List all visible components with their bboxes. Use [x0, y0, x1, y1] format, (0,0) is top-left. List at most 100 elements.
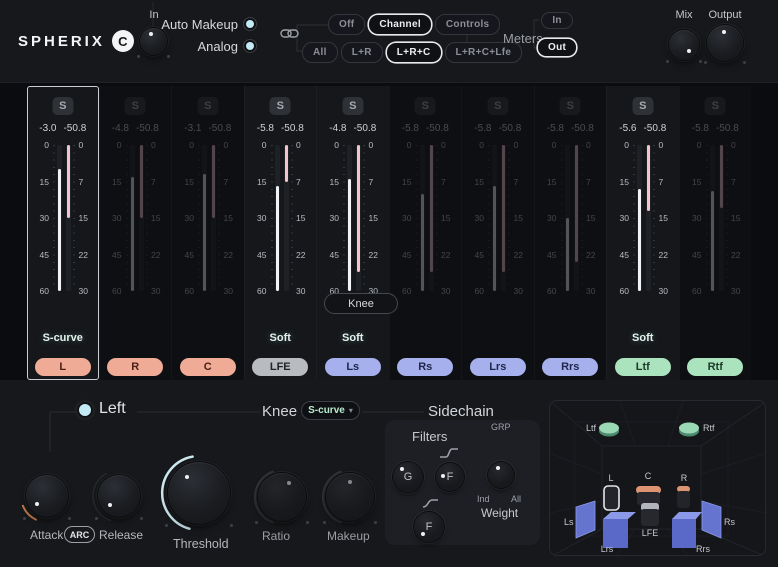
link-group-l-r[interactable]: L+R	[341, 42, 383, 63]
sidechain-f-knob[interactable]: F	[436, 463, 464, 491]
label-rs: Rs	[724, 517, 735, 527]
input-level-bar	[348, 179, 351, 291]
meter-readout: -5.8 -50.8	[462, 123, 534, 134]
peak-value: -3.1	[184, 123, 201, 134]
f-knob-letter: F	[447, 471, 454, 483]
arc-button[interactable]: ARC	[64, 526, 95, 543]
meters-out[interactable]: Out	[537, 38, 577, 57]
input-level-bar	[58, 169, 61, 291]
channel-button-rtf[interactable]: Rtf	[687, 358, 743, 376]
link-group-l-r-c[interactable]: L+R+C	[386, 42, 442, 63]
channel-button-rs[interactable]: Rs	[397, 358, 453, 376]
link-mode-channel[interactable]: Channel	[368, 14, 432, 35]
label-rrs: Rrs	[696, 544, 710, 554]
channel-button-c[interactable]: C	[180, 358, 236, 376]
solo-button[interactable]: S	[270, 97, 291, 115]
channel-strip-lfe[interactable]: S-5.8-50.801530456007152230SoftLFE	[244, 86, 317, 380]
input-meter-track	[637, 145, 642, 291]
channel-button-ls[interactable]: Ls	[325, 358, 381, 376]
gr-value: -50.8	[426, 123, 449, 134]
gr-value: -50.8	[63, 123, 86, 134]
level-meters: 01530456007152230	[390, 145, 462, 291]
link-group-all[interactable]: All	[302, 42, 338, 63]
speaker-lfe[interactable]	[641, 503, 659, 526]
channel-strip-ls[interactable]: S-4.8-50.801530456007152230SoftLs	[316, 86, 389, 380]
link-mode-off[interactable]: Off	[328, 14, 365, 35]
release-knob-indicator	[108, 503, 112, 507]
channel-strip-rs[interactable]: S-5.8-50.801530456007152230Rs	[389, 86, 462, 380]
channel-button-rrs[interactable]: Rrs	[542, 358, 598, 376]
mix-knob[interactable]	[669, 30, 699, 60]
input-level-bar	[711, 191, 714, 291]
input-level-bar	[493, 186, 496, 291]
speaker-ltf[interactable]	[599, 423, 619, 434]
solo-button[interactable]: S	[705, 97, 726, 115]
solo-button[interactable]: S	[560, 97, 581, 115]
speaker-r[interactable]	[677, 486, 690, 508]
makeup-knob[interactable]	[326, 473, 374, 521]
input-level-bar	[203, 174, 206, 291]
sidechain-f2-knob[interactable]: F	[414, 512, 444, 542]
solo-button[interactable]: S	[52, 97, 73, 115]
channel-indicator-dot	[79, 404, 91, 416]
meters-in[interactable]: In	[541, 12, 573, 29]
input-meter-track	[492, 145, 497, 291]
channel-button-lrs[interactable]: Lrs	[470, 358, 526, 376]
speaker-ls[interactable]	[576, 501, 595, 538]
threshold-knob[interactable]	[168, 462, 230, 524]
label-r: R	[681, 473, 688, 483]
top-bar: SPHERIX C In Auto Makeup Analog OffChann…	[0, 0, 778, 82]
peak-value: -5.8	[474, 123, 491, 134]
solo-button[interactable]: S	[125, 97, 146, 115]
solo-button[interactable]: S	[632, 97, 653, 115]
solo-button[interactable]: S	[415, 97, 436, 115]
channel-button-ltf[interactable]: Ltf	[615, 358, 671, 376]
speaker-rrs[interactable]	[672, 512, 702, 548]
gr-value: -50.8	[498, 123, 521, 134]
channel-button-lfe[interactable]: LFE	[252, 358, 308, 376]
level-meters: 01530456007152230	[535, 145, 607, 291]
speaker-rtf[interactable]	[679, 423, 699, 434]
solo-button[interactable]: S	[197, 97, 218, 115]
speaker-l[interactable]	[604, 486, 619, 510]
release-knob[interactable]	[98, 475, 140, 517]
knee-button[interactable]: Knee	[324, 293, 398, 314]
input-scale: 015304560	[682, 140, 706, 296]
gain-reduction-bar	[430, 145, 433, 272]
output-knob[interactable]	[707, 25, 743, 61]
channel-strip-c[interactable]: S -3.1-50.8 01530456007152230 C	[171, 86, 244, 380]
channel-strip-rrs[interactable]: S-5.8-50.801530456007152230Rrs	[534, 86, 607, 380]
attack-knob[interactable]	[26, 475, 68, 517]
solo-button[interactable]: S	[342, 97, 363, 115]
weight-knob[interactable]	[488, 462, 514, 488]
channel-strip-ltf[interactable]: S-5.6-50.801530456007152230SoftLtf	[606, 86, 679, 380]
output-knob-indicator	[722, 30, 726, 34]
ratio-knob[interactable]	[258, 473, 306, 521]
gr-scale: 07152230	[438, 140, 458, 296]
channel-strip-l[interactable]: S-3.0-50.801530456007152230S-curveL	[27, 86, 99, 380]
knee-dropdown[interactable]: S-curve ▾	[301, 401, 360, 420]
speaker-lrs[interactable]	[603, 512, 636, 548]
gr-scale: 07152230	[728, 140, 748, 296]
solo-button[interactable]: S	[487, 97, 508, 115]
channel-strip-lrs[interactable]: S-5.8-50.801530456007152230Lrs	[461, 86, 534, 380]
gain-reduction-bar	[285, 145, 288, 182]
link-mode-controls[interactable]: Controls	[435, 14, 501, 35]
gain-reduction-track	[356, 145, 361, 291]
level-meters: 01530456007152230	[607, 145, 679, 291]
analog-toggle[interactable]	[243, 39, 257, 53]
gain-reduction-track	[211, 145, 216, 291]
speaker-rs[interactable]	[702, 501, 721, 538]
release-label: Release	[99, 528, 143, 542]
channel-strip-rtf[interactable]: S-5.8-50.801530456007152230Rtf	[679, 86, 752, 380]
speaker-c[interactable]	[636, 486, 661, 505]
sidechain-g-knob[interactable]: G	[393, 462, 423, 492]
gain-reduction-bar	[140, 145, 143, 218]
channel-button-r[interactable]: R	[107, 358, 163, 376]
meter-readout: -3.1-50.8	[172, 123, 244, 134]
sidechain-label: Sidechain	[428, 403, 494, 420]
auto-makeup-toggle[interactable]	[243, 17, 257, 31]
channel-strip-r[interactable]: S-4.8-50.801530456007152230R	[99, 86, 172, 380]
channel-button-l[interactable]: L	[35, 358, 91, 376]
level-meters: 01530456007152230	[172, 145, 244, 291]
